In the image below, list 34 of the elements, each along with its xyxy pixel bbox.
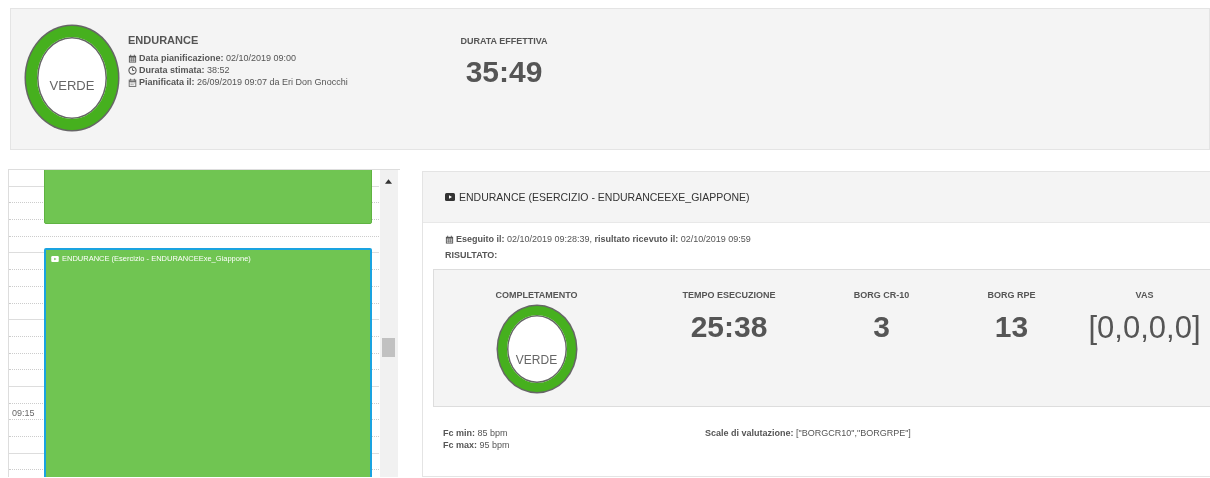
scroll-up-icon[interactable] bbox=[385, 179, 392, 184]
metric-value: [0,0,0,0] bbox=[1088, 310, 1201, 346]
calendar-icon bbox=[128, 77, 137, 87]
calendar-event[interactable] bbox=[44, 170, 372, 224]
scrollbar[interactable] bbox=[380, 170, 398, 477]
metric-label: COMPLETAMENTO bbox=[495, 290, 578, 300]
metric-label: VAS bbox=[1135, 290, 1154, 300]
completion-label: VERDE bbox=[515, 353, 558, 367]
plan-detail: Pianificata il: 26/09/2019 09:07 da Eri Don Gnocchi bbox=[139, 76, 348, 88]
heart-rate-info: Fc min: 85 bpm bbox=[443, 427, 509, 439]
result-title: ENDURANCE (ESERCIZIO - ENDURANCEEXE_GIAPPONE) bbox=[459, 191, 750, 203]
plan-title: ENDURANCE bbox=[128, 34, 200, 46]
clock-icon bbox=[128, 65, 137, 75]
calendar-icon bbox=[445, 234, 454, 244]
execution-info: Eseguito il: 02/10/2019 09:28:39, risultato ricevuto il: 02/10/2019 09:59 bbox=[456, 233, 751, 245]
metric-value: 13 bbox=[994, 310, 1029, 344]
video-icon bbox=[445, 193, 455, 201]
duration-label: DURATA EFFETTIVA bbox=[459, 36, 549, 46]
time-label: 09:15 bbox=[12, 407, 35, 418]
metric-label: TEMPO ESECUZIONE bbox=[682, 290, 776, 300]
status-label: VERDE bbox=[49, 78, 95, 93]
scroll-thumb[interactable] bbox=[382, 338, 395, 357]
metric-value: 25:38 bbox=[690, 310, 768, 344]
duration-value: 35:49 bbox=[464, 55, 544, 89]
video-icon bbox=[51, 256, 59, 262]
rating-scales: Scale di valutazione: ["BORGCR10","BORGRPE"] bbox=[705, 427, 911, 440]
metric-label: BORG RPE bbox=[987, 290, 1036, 300]
result-label: RISULTATO: bbox=[445, 250, 499, 260]
plan-detail: Data pianificazione: 02/10/2019 09:00 bbox=[139, 52, 297, 64]
heart-rate-info: Fc max: 95 bpm bbox=[443, 439, 511, 451]
plan-detail: Durata stimata: 38:52 bbox=[139, 64, 230, 76]
metric-value: 3 bbox=[873, 310, 890, 344]
calendar-icon bbox=[128, 53, 137, 63]
metric-label: BORG CR-10 bbox=[853, 290, 910, 300]
